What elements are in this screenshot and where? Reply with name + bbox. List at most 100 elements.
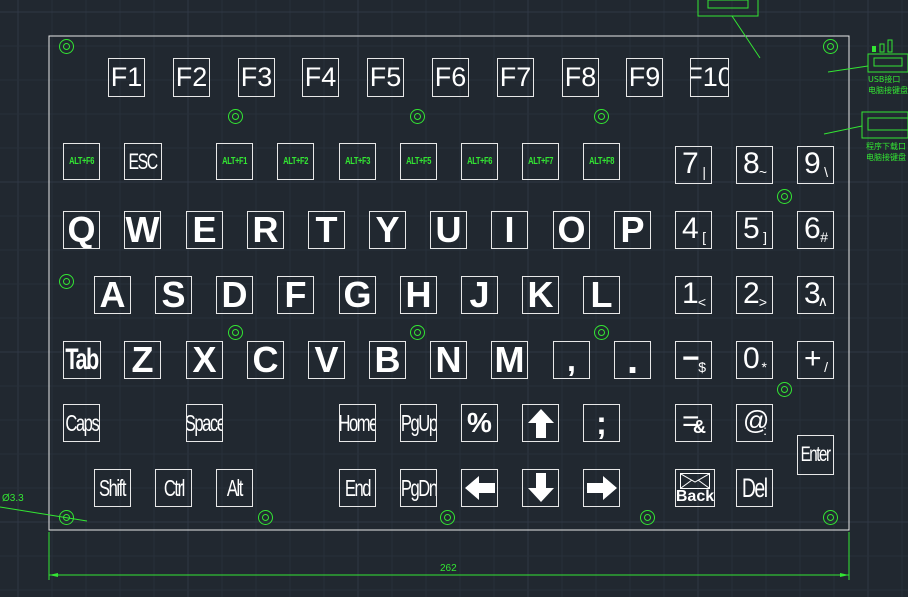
key-e[interactable]: E — [186, 211, 223, 249]
key-space[interactable]: Space — [186, 404, 223, 442]
key-r[interactable]: R — [247, 211, 284, 249]
key-plus[interactable]: + / — [797, 341, 834, 379]
key-m[interactable]: M — [491, 341, 528, 379]
key-i[interactable]: I — [491, 211, 528, 249]
key-n[interactable]: N — [430, 341, 467, 379]
key-label: PgDn — [400, 474, 437, 501]
key-num-3[interactable]: 3 ∧ — [797, 276, 834, 314]
key-caps[interactable]: Caps — [63, 404, 100, 442]
key-num-4[interactable]: 4[ — [675, 211, 712, 249]
key-y[interactable]: Y — [369, 211, 406, 249]
key-j[interactable]: J — [461, 276, 498, 314]
key-f6[interactable]: F6 — [432, 58, 469, 97]
key-t[interactable]: T — [308, 211, 345, 249]
envelope-icon — [680, 472, 710, 489]
key-f3[interactable]: F3 — [238, 58, 275, 97]
key-v[interactable]: V — [308, 341, 345, 379]
key-left-arrow[interactable] — [461, 469, 498, 507]
key-shift[interactable]: Shift — [94, 469, 131, 507]
key-main-label: 7 — [682, 147, 699, 180]
key-f1[interactable]: F1 — [108, 58, 145, 97]
key-l[interactable]: L — [583, 276, 620, 314]
key-f5[interactable]: F5 — [367, 58, 404, 97]
key-f9[interactable]: F9 — [626, 58, 663, 97]
key-esc[interactable]: ESC — [124, 143, 162, 180]
key-back[interactable]: Back — [675, 469, 715, 507]
width-dimension: 262 — [440, 563, 457, 574]
key-period[interactable]: . — [614, 341, 651, 379]
key-sub-label: ∧ — [817, 293, 828, 309]
key-up-arrow[interactable] — [522, 404, 559, 442]
key-enter[interactable]: Enter — [797, 435, 834, 475]
key-alt-f1[interactable]: ALT+F1 — [216, 143, 253, 180]
key-del[interactable]: Del — [736, 469, 773, 507]
key-main-label: 8 — [743, 147, 760, 180]
key-tab[interactable]: Tab — [63, 341, 101, 379]
mount-hole — [228, 325, 243, 340]
key-f[interactable]: F — [277, 276, 314, 314]
key-alt-f8[interactable]: ALT+F8 — [583, 143, 620, 180]
key-w[interactable]: W — [124, 211, 161, 249]
mount-hole — [594, 109, 609, 124]
key-label: ALT+F1 — [222, 156, 247, 167]
key-label: ESC — [128, 148, 159, 174]
key-pgdn[interactable]: PgDn — [400, 469, 437, 507]
key-x[interactable]: X — [186, 341, 223, 379]
key-num-8[interactable]: 8 ~ — [736, 146, 773, 184]
key-f2[interactable]: F2 — [173, 58, 210, 97]
key-alt-f6[interactable]: ALT+F6 — [461, 143, 498, 180]
key-f10[interactable]: F10 — [690, 58, 729, 97]
key-o[interactable]: O — [553, 211, 590, 249]
key-right-arrow[interactable] — [583, 469, 620, 507]
key-num-6[interactable]: 6 # — [797, 211, 834, 249]
key-b[interactable]: B — [369, 341, 406, 379]
key-at[interactable]: @: — [736, 404, 773, 442]
mount-hole — [228, 109, 243, 124]
key-alt-f5[interactable]: ALT+F5 — [400, 143, 437, 180]
key-home[interactable]: Home — [339, 404, 376, 442]
key-semicolon[interactable]: ; — [583, 404, 620, 442]
key-percent[interactable]: % — [461, 404, 498, 442]
key-s[interactable]: S — [155, 276, 192, 314]
key-g[interactable]: G — [339, 276, 376, 314]
arrow-right-icon — [586, 476, 617, 500]
mount-hole — [640, 510, 655, 525]
key-num-1[interactable]: 1 < — [675, 276, 712, 314]
key-f4[interactable]: F4 — [302, 58, 339, 97]
key-end[interactable]: End — [339, 469, 376, 507]
key-num-0[interactable]: 0 * — [736, 341, 773, 379]
key-pgup[interactable]: PgUp — [400, 404, 437, 442]
key-down-arrow[interactable] — [522, 469, 559, 507]
key-num-2[interactable]: 2 > — [736, 276, 773, 314]
key-alt-f3[interactable]: ALT+F3 — [339, 143, 376, 180]
key-f8[interactable]: F8 — [562, 58, 599, 97]
key-sub-label: | — [702, 164, 706, 180]
key-h[interactable]: H — [400, 276, 437, 314]
key-alt-f7[interactable]: ALT+F7 — [522, 143, 559, 180]
key-u[interactable]: U — [430, 211, 467, 249]
key-sub-label: # — [820, 229, 828, 245]
key-num-7[interactable]: 7 | — [675, 146, 712, 184]
key-alt[interactable]: Alt — [216, 469, 253, 507]
key-alt-f2[interactable]: ALT+F2 — [277, 143, 314, 180]
key-z[interactable]: Z — [124, 341, 161, 379]
key-sub-label: / — [824, 359, 828, 375]
key-num-5[interactable]: 5] — [736, 211, 773, 249]
key-sub-label: \ — [824, 164, 828, 180]
key-label: Del — [742, 472, 768, 503]
key-alt-f6-left[interactable]: ALT+F6 — [63, 143, 100, 180]
key-k[interactable]: K — [522, 276, 559, 314]
key-comma[interactable]: , — [553, 341, 590, 379]
key-f7[interactable]: F7 — [497, 58, 534, 97]
key-d[interactable]: D — [216, 276, 253, 314]
key-minus[interactable]: − $ — [675, 341, 712, 379]
key-a[interactable]: A — [94, 276, 131, 314]
key-num-9[interactable]: 9 \ — [797, 146, 834, 184]
hole-leader — [0, 506, 88, 522]
key-main-label: 0 — [743, 342, 760, 375]
key-p[interactable]: P — [614, 211, 651, 249]
key-ctrl[interactable]: Ctrl — [155, 469, 192, 507]
key-c[interactable]: C — [247, 341, 284, 379]
key-q[interactable]: Q — [63, 211, 100, 249]
key-equals[interactable]: = & — [675, 404, 712, 442]
